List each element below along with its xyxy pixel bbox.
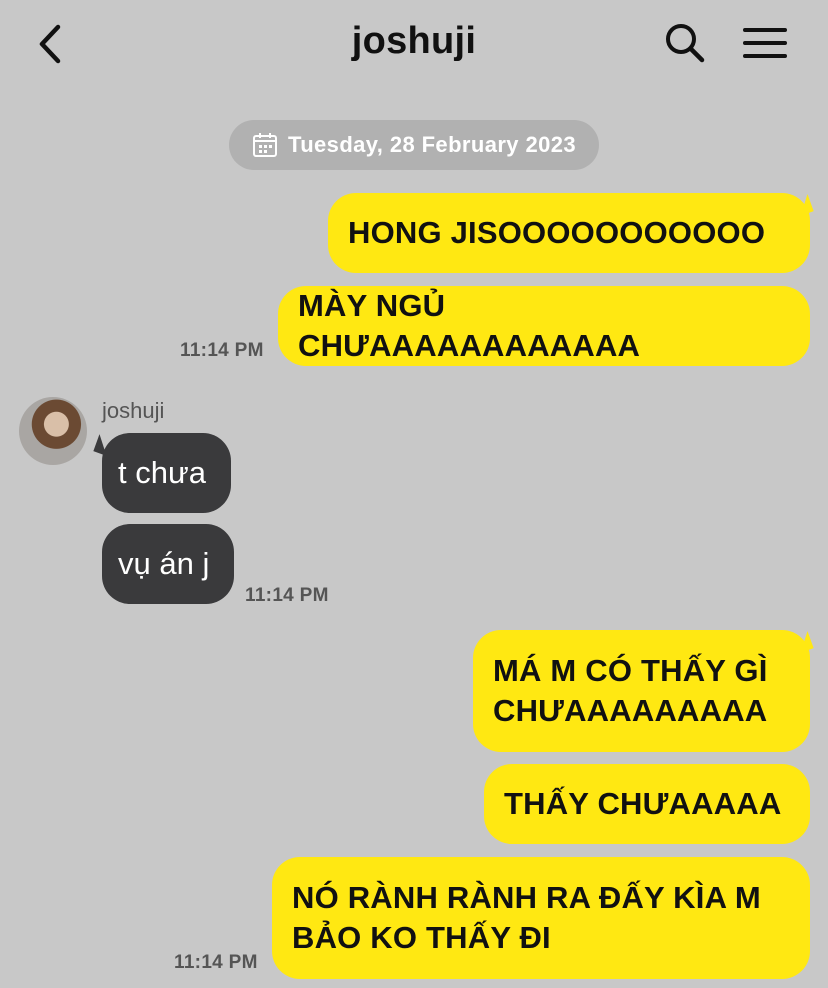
chat-header: joshuji <box>0 0 828 88</box>
message-text-line: BẢO KO THẤY ĐI <box>292 920 551 955</box>
incoming-message[interactable]: vụ án j <box>102 524 234 604</box>
message-text: HONG JISOOOOOOOOOOO <box>348 215 766 250</box>
menu-icon <box>743 28 787 58</box>
date-divider-label: Tuesday, 28 February 2023 <box>288 132 576 157</box>
message-text-line: MÁ M CÓ THẤY GÌ <box>493 653 768 688</box>
sender-name: joshuji <box>102 398 165 423</box>
message-text: MÀY NGỦ CHƯAAAAAAAAAAAA <box>298 288 641 363</box>
search-button[interactable] <box>662 20 708 66</box>
message-timestamp: 11:14 PM <box>245 585 329 606</box>
message-text: vụ án j <box>118 546 210 581</box>
search-icon <box>666 24 705 63</box>
date-divider: Tuesday, 28 February 2023 <box>229 120 599 170</box>
avatar[interactable] <box>19 397 87 465</box>
menu-button[interactable] <box>742 22 788 66</box>
outgoing-message[interactable]: HONG JISOOOOOOOOOOO <box>328 193 810 273</box>
message-text: t chưa <box>118 455 206 490</box>
incoming-message[interactable]: t chưa <box>102 433 231 513</box>
outgoing-message[interactable]: NÓ RÀNH RÀNH RA ĐẤY KÌA M BẢO KO THẤY ĐI <box>272 857 810 979</box>
message-text: THẤY CHƯAAAAA <box>504 786 782 821</box>
message-text-line: NÓ RÀNH RÀNH RA ĐẤY KÌA M <box>292 880 761 915</box>
outgoing-message[interactable]: MÀY NGỦ CHƯAAAAAAAAAAAA <box>278 286 810 366</box>
outgoing-message[interactable]: MÁ M CÓ THẤY GÌ CHƯAAAAAAAAA <box>473 630 810 752</box>
message-text-line: CHƯAAAAAAAAA <box>493 693 768 728</box>
outgoing-message[interactable]: THẤY CHƯAAAAA <box>484 764 810 844</box>
message-timestamp: 11:14 PM <box>174 952 258 973</box>
message-timestamp: 11:14 PM <box>180 340 264 361</box>
calendar-icon <box>253 133 277 157</box>
